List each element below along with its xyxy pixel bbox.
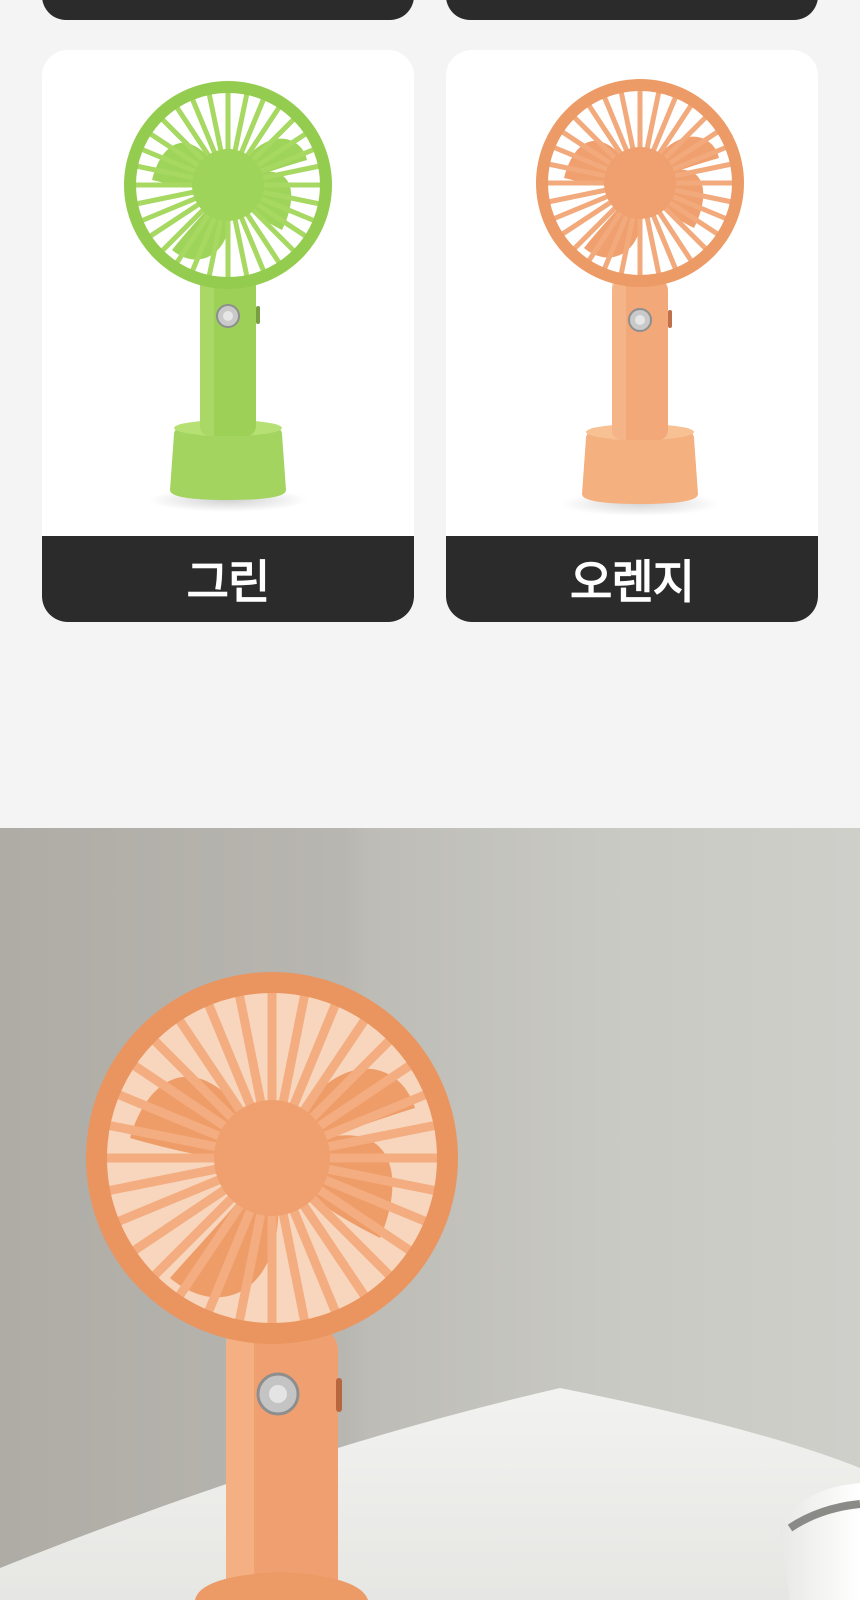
color-label-green: 그린	[186, 555, 271, 609]
previous-color-row	[0, 0, 860, 24]
color-options-grid: 그린 오렌지	[0, 50, 860, 622]
color-label-bar: 그린	[42, 536, 414, 622]
color-option-orange[interactable]: 오렌지	[446, 50, 818, 622]
previous-color-card-label[interactable]	[446, 0, 818, 20]
product-photo-green	[42, 50, 414, 536]
handheld-fan-icon	[0, 972, 860, 1600]
color-label-bar: 오렌지	[446, 536, 818, 622]
previous-color-card-label[interactable]	[42, 0, 414, 20]
handheld-fan-icon	[536, 79, 744, 516]
color-label-orange: 오렌지	[570, 555, 695, 609]
product-photo-orange	[446, 50, 818, 536]
color-option-green[interactable]: 그린	[42, 50, 414, 622]
handheld-fan-icon	[124, 81, 332, 512]
hero-product-photo	[0, 828, 860, 1600]
